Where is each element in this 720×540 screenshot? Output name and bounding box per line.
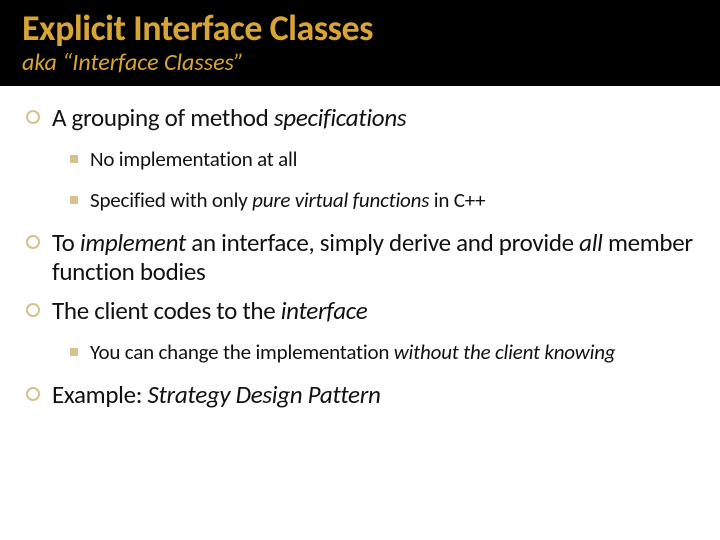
text: A grouping of method	[52, 102, 274, 133]
sub-bullet-list: You can change the implementation withou…	[52, 340, 694, 365]
text-italic: all	[579, 227, 602, 258]
sub-bullet-item: Specified with only pure virtual functio…	[70, 188, 694, 213]
text: Specified with only	[90, 187, 252, 213]
subtitle-prefix: aka	[22, 48, 62, 77]
text: You can change the implementation	[90, 339, 394, 365]
slide-subtitle: aka “Interface Classes”	[22, 50, 698, 76]
text: in C++	[429, 187, 485, 213]
sub-bullet-item: You can change the implementation withou…	[70, 340, 694, 365]
text-italic: interface	[281, 295, 368, 326]
text: Example:	[52, 379, 147, 410]
bullet-item: To implement an interface, simply derive…	[26, 229, 694, 287]
sub-bullet-item: No implementation at all	[70, 147, 694, 172]
text-italic: implement	[80, 227, 186, 258]
text: No implementation at all	[90, 146, 297, 172]
text-italic: without the client knowing	[394, 339, 616, 365]
text: an interface, simply derive and provide	[186, 227, 579, 258]
text-italic: Strategy Design Pattern	[147, 379, 380, 410]
text: To	[52, 227, 80, 258]
bullet-item: A grouping of method specifications No i…	[26, 104, 694, 213]
slide-title: Explicit Interface Classes	[22, 10, 698, 48]
bullet-item: Example: Strategy Design Pattern	[26, 381, 694, 410]
bullet-list: A grouping of method specifications No i…	[26, 104, 694, 409]
sub-bullet-list: No implementation at all Specified with …	[52, 147, 694, 213]
text: The client codes to the	[52, 295, 281, 326]
bullet-item: The client codes to the interface You ca…	[26, 297, 694, 365]
text-italic: specifications	[274, 102, 406, 133]
slide-body: A grouping of method specifications No i…	[0, 86, 720, 409]
text-italic: pure virtual functions	[252, 187, 429, 213]
subtitle-quoted: “Interface Classes”	[62, 48, 244, 77]
title-header: Explicit Interface Classes aka “Interfac…	[0, 0, 720, 86]
